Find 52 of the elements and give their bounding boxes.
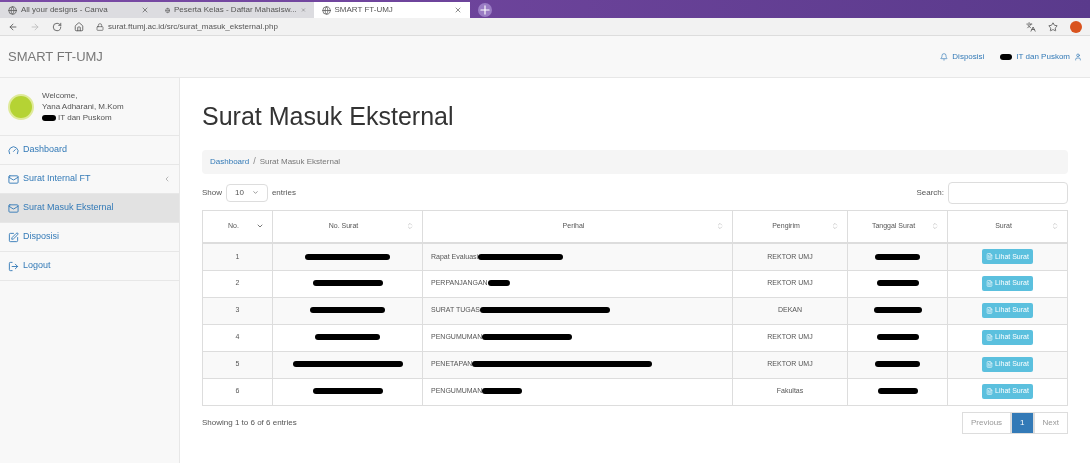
nav-link[interactable]: IT dan Puskom	[1016, 50, 1070, 63]
file-icon	[986, 334, 994, 341]
profile-avatar[interactable]	[1070, 20, 1082, 33]
envelope-icon	[8, 173, 19, 185]
pagination-button[interactable]: Previous	[961, 411, 1012, 434]
user-name: Yana Adharani, M.Kom	[42, 101, 124, 112]
globe-icon	[321, 5, 331, 15]
browser-tab[interactable]: Peserta Kelas - Daftar Mahasisw...	[156, 2, 314, 18]
translate-icon[interactable]	[1026, 21, 1036, 32]
breadcrumb-link[interactable]: Dashboard	[210, 155, 250, 168]
back-icon[interactable]	[8, 21, 18, 32]
file-icon	[986, 361, 994, 368]
star-icon[interactable]	[1048, 21, 1058, 32]
page-title: Surat Masuk Eksternal	[202, 101, 455, 132]
pagination-button[interactable]: Next	[1033, 411, 1068, 434]
sidebar-item[interactable]: Surat Masuk Eksternal	[0, 194, 179, 223]
caret-icon	[251, 189, 259, 196]
brand-title[interactable]: SMART FT-UMJ	[8, 46, 925, 67]
lock-icon	[96, 22, 104, 31]
search-field[interactable]	[948, 181, 1068, 204]
user-icon	[1074, 52, 1082, 61]
edit-icon	[8, 231, 19, 243]
file-icon	[986, 253, 994, 261]
reload-icon[interactable]	[52, 21, 62, 32]
globe-icon	[164, 5, 170, 15]
file-icon	[986, 388, 994, 395]
search-label: Search:	[916, 186, 944, 199]
breadcrumb-separator: /	[253, 154, 256, 168]
logout-icon	[8, 260, 19, 272]
entries-info: Showing 1 to 6 of 6 entries	[202, 416, 298, 429]
gauge-icon	[8, 144, 19, 156]
browser-tab[interactable]: SMART FT-UMJ	[313, 2, 470, 18]
envelope-icon	[8, 202, 19, 214]
browser-tab[interactable]: All your designs - Canva	[0, 2, 157, 18]
breadcrumb-current: Surat Masuk Eksternal	[259, 155, 341, 168]
welcome-text: Welcome,	[42, 90, 79, 101]
nav-link[interactable]: Disposisi	[952, 50, 985, 63]
close-icon[interactable]	[140, 6, 149, 14]
globe-icon	[8, 5, 17, 15]
file-icon	[986, 280, 994, 287]
new-tab-icon[interactable]	[478, 3, 492, 17]
page-size-select[interactable]: 10	[226, 183, 268, 202]
address-field[interactable]: surat.ftumj.ac.id/src/surat_masuk_eksternal.php	[108, 20, 278, 33]
bell-icon	[940, 52, 949, 61]
entries-label: entries	[271, 186, 297, 199]
pagination-button[interactable]: 1	[1011, 411, 1034, 434]
file-icon	[986, 307, 994, 314]
user-avatar	[8, 93, 34, 120]
user-unit: IT dan Puskom	[58, 112, 112, 123]
show-label: Show	[202, 186, 222, 199]
close-icon[interactable]	[454, 6, 462, 14]
home-icon[interactable]	[74, 21, 84, 32]
